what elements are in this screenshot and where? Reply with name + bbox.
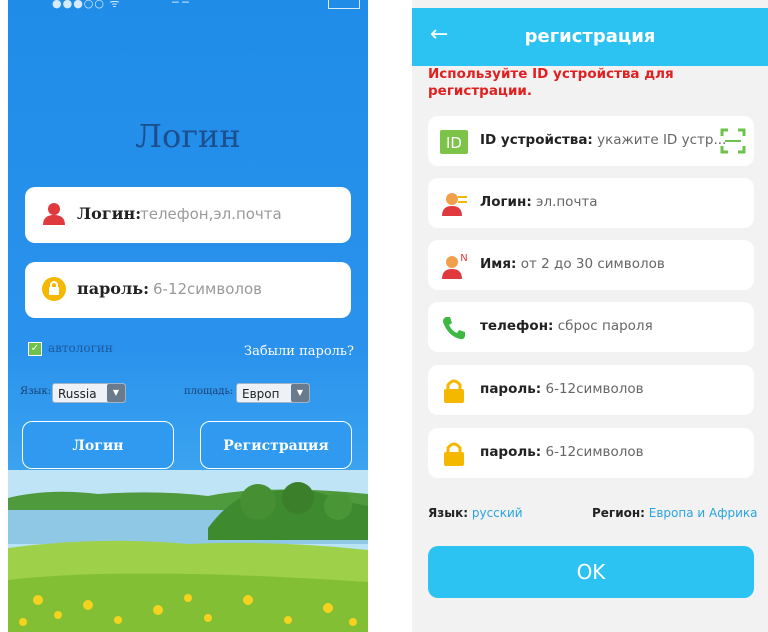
- login-button[interactable]: Логин: [22, 421, 174, 469]
- language-link[interactable]: русский: [472, 506, 523, 520]
- login-label: Логин:: [77, 204, 142, 223]
- name-text: Имя: от 2 до 30 символов: [480, 256, 665, 272]
- phone-text: телефон: сброс пароля: [480, 318, 653, 334]
- confirm-password-input[interactable]: 6-12символов: [546, 444, 644, 460]
- device-id-input[interactable]: укажите ID устр...: [597, 132, 726, 148]
- password-input[interactable]: 6-12символов: [153, 280, 262, 298]
- password-field[interactable]: пароль: 6-12символов: [25, 262, 351, 318]
- header-bar: ← регистрация: [412, 8, 768, 66]
- region-setting: Регион: Европа и Африка: [592, 506, 758, 520]
- password-input[interactable]: 6-12символов: [546, 381, 644, 397]
- registration-screen: ← регистрация Используйте ID устройства …: [412, 0, 768, 632]
- login-input[interactable]: телефон,эл.почта: [140, 205, 282, 223]
- svg-text:ID: ID: [446, 134, 462, 152]
- user-name-icon: N: [442, 253, 468, 279]
- name-field[interactable]: N Имя: от 2 до 30 символов: [428, 240, 754, 290]
- region-link[interactable]: Европа и Африка: [649, 506, 758, 520]
- phone-field[interactable]: телефон: сброс пароля: [428, 302, 754, 352]
- area-select[interactable]: Европ ▼: [236, 383, 310, 403]
- password-label: пароль:: [77, 279, 149, 298]
- register-button[interactable]: Регистрация: [200, 421, 352, 469]
- lock-icon: [444, 379, 464, 403]
- name-input[interactable]: от 2 до 30 символов: [521, 256, 665, 272]
- autologin-toggle[interactable]: ✓ автологин: [28, 341, 113, 356]
- confirm-password-label: пароль:: [480, 444, 542, 460]
- chevron-down-icon: ▼: [291, 384, 309, 402]
- device-id-label: ID устройства:: [480, 132, 593, 148]
- region-label: Регион:: [592, 506, 645, 520]
- user-mail-icon: [442, 193, 467, 216]
- language-value: Russia: [58, 387, 97, 401]
- login-input[interactable]: эл.почта: [536, 194, 598, 210]
- language-label: Язык:: [20, 386, 52, 397]
- autologin-label: автологин: [48, 341, 113, 355]
- confirm-password-text: пароль: 6-12символов: [480, 444, 644, 460]
- page-title: регистрация: [524, 26, 656, 47]
- phone-input[interactable]: сброс пароля: [558, 318, 653, 334]
- login-field[interactable]: Логин: эл.почта: [428, 178, 754, 228]
- ok-button[interactable]: OK: [428, 546, 754, 598]
- checkbox-checked-icon[interactable]: ✓: [28, 341, 42, 356]
- phone-label: телефон:: [480, 318, 554, 334]
- landscape-background: [8, 470, 368, 632]
- login-screen: ●●●○○ ᯤ ─ ─ Логин Логин: телефон,эл.почт…: [8, 0, 368, 632]
- login-label: Логин:: [480, 194, 532, 210]
- device-id-text: ID устройства: укажите ID устр...: [480, 132, 726, 148]
- user-icon: [43, 203, 65, 225]
- area-label: площадь:: [184, 386, 234, 397]
- signal-icon: ●●●○○ ᯤ: [52, 0, 121, 10]
- qr-scan-icon[interactable]: [720, 128, 746, 154]
- login-field[interactable]: Логин: телефон,эл.почта: [25, 187, 351, 243]
- chevron-down-icon: ▼: [107, 384, 125, 402]
- svg-text:N: N: [460, 253, 467, 264]
- id-icon: ID: [440, 130, 468, 154]
- password-text: пароль: 6-12символов: [480, 381, 644, 397]
- registration-hint: Используйте ID устройства для регистраци…: [428, 66, 674, 99]
- lock-icon: [444, 442, 464, 466]
- clock-icon: ─ ─: [172, 0, 189, 9]
- page-title: Логин: [135, 117, 241, 155]
- battery-icon: [328, 0, 360, 9]
- language-select[interactable]: Russia ▼: [52, 383, 126, 403]
- device-id-field[interactable]: ID ID устройства: укажите ID устр...: [428, 116, 754, 166]
- lock-icon: [42, 277, 66, 301]
- login-text: Логин: эл.почта: [480, 194, 598, 210]
- language-label: Язык:: [428, 506, 469, 520]
- language-setting: Язык: русский: [428, 506, 523, 520]
- forgot-password-link[interactable]: Забыли пароль?: [244, 344, 354, 359]
- password-label: пароль:: [480, 381, 542, 397]
- status-bar: ●●●○○ ᯤ ─ ─: [8, 0, 368, 12]
- phone-icon: [443, 317, 465, 340]
- area-value: Европ: [242, 387, 280, 401]
- name-label: Имя:: [480, 256, 517, 272]
- confirm-password-field[interactable]: пароль: 6-12символов: [428, 428, 754, 478]
- password-field[interactable]: пароль: 6-12символов: [428, 365, 754, 415]
